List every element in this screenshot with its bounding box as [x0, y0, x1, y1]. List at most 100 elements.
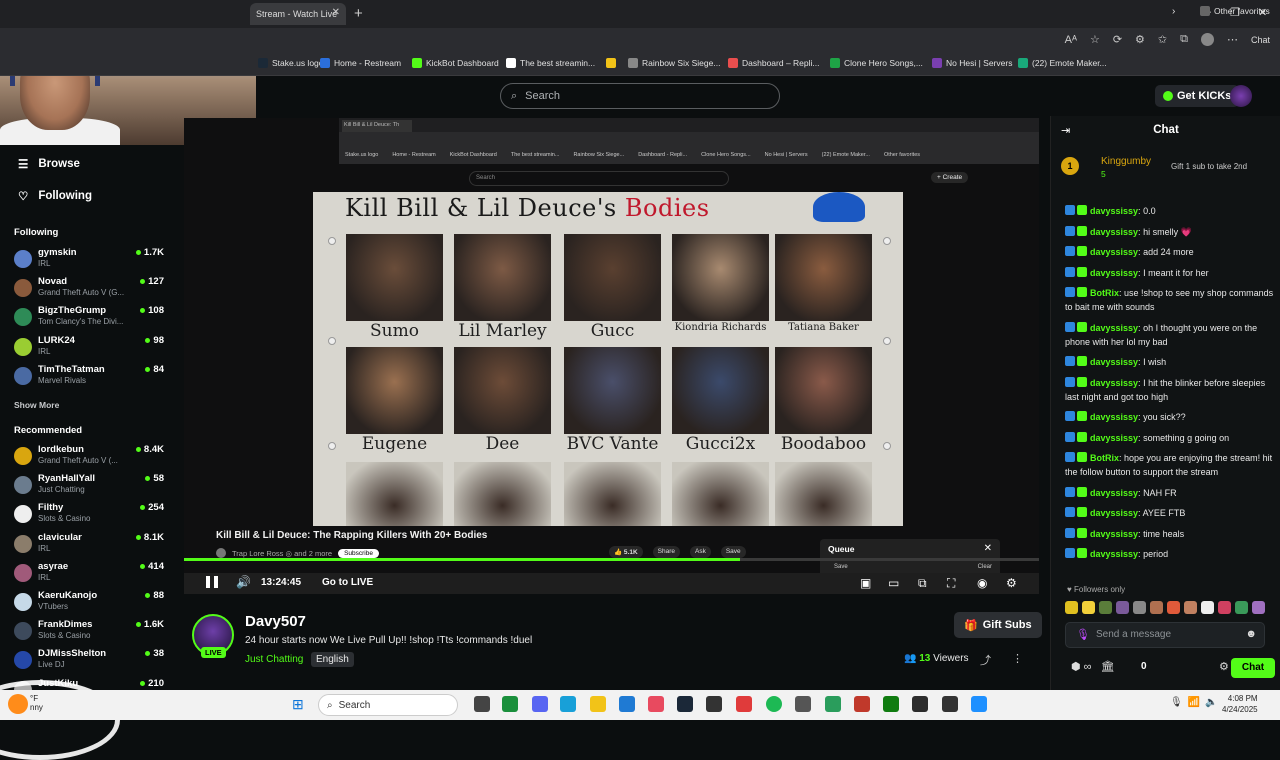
- obs-icon[interactable]: [706, 696, 722, 712]
- channel-row[interactable]: clavicular IRL 8.1K: [14, 532, 164, 558]
- collections-icon[interactable]: ⧉: [1180, 33, 1188, 46]
- chat-message[interactable]: davyssissy: add 24 more: [1065, 245, 1275, 259]
- get-kicks-button[interactable]: Get KICKs: [1155, 85, 1240, 107]
- chat-settings-icon[interactable]: ⚙: [1219, 660, 1229, 673]
- chat-message[interactable]: BotRix: use !shop to see my shop command…: [1065, 286, 1275, 314]
- task-view-icon[interactable]: [474, 696, 490, 712]
- bookmark-item[interactable]: (22) Emote Maker...: [1018, 58, 1107, 68]
- chat-username[interactable]: davyssissy: [1090, 357, 1138, 367]
- read-aloud-icon[interactable]: Aᴬ: [1065, 34, 1077, 46]
- channel-row[interactable]: Filthy Slots & Casino 254: [14, 502, 164, 528]
- video-player[interactable]: Kill Bill & Lil Deuce: Th Stake.us logo H…: [184, 118, 1039, 594]
- emote-icon[interactable]: [1167, 601, 1180, 614]
- bookmark-item[interactable]: Dashboard – Repli...: [728, 58, 820, 68]
- nav-browse[interactable]: ☰ Browse: [18, 157, 80, 171]
- chat-message[interactable]: davyssissy: hi smelly 💗: [1065, 225, 1275, 239]
- more-options-icon[interactable]: ⋮: [1012, 652, 1023, 665]
- emote-icon[interactable]: [1099, 601, 1112, 614]
- pip-icon[interactable]: ⧉: [918, 576, 927, 591]
- show-more-button[interactable]: Show More: [14, 400, 59, 410]
- copilot-chat-button[interactable]: Chat: [1251, 35, 1270, 45]
- wifi-icon[interactable]: 📶: [1188, 697, 1200, 708]
- menu-dots-icon[interactable]: ⋯: [1227, 33, 1238, 46]
- gift-subs-button[interactable]: 🎁 Gift Subs: [954, 612, 1042, 638]
- emote-icon[interactable]: [1252, 601, 1265, 614]
- bookmark-item[interactable]: [606, 58, 620, 68]
- steam-icon[interactable]: [677, 696, 693, 712]
- chat-message-input[interactable]: 🎙 Send a message ☻: [1065, 622, 1265, 648]
- chat-username[interactable]: davyssissy: [1090, 206, 1138, 216]
- chat-message[interactable]: davyssissy: I meant it for her: [1065, 266, 1275, 280]
- channel-row[interactable]: KaeruKanojo VTubers 88: [14, 590, 164, 616]
- chat-message[interactable]: davyssissy: something g going on: [1065, 431, 1275, 445]
- emote-icon[interactable]: [1116, 601, 1129, 614]
- emote-icon[interactable]: [1133, 601, 1146, 614]
- bookmark-item[interactable]: No Hesi | Servers: [932, 58, 1012, 68]
- 4k-icon[interactable]: [795, 696, 811, 712]
- xbox-app-icon[interactable]: [883, 696, 899, 712]
- channel-row[interactable]: RyanHallYall Just Chatting 58: [14, 473, 164, 499]
- bookmarks-overflow-icon[interactable]: ›: [1172, 6, 1175, 17]
- chat-message[interactable]: davyssissy: I wish: [1065, 355, 1275, 369]
- mic-tray-icon[interactable]: 🎙: [1170, 697, 1183, 708]
- edge-icon[interactable]: [619, 696, 635, 712]
- video-progress-bar[interactable]: [184, 558, 1039, 561]
- b-app-icon[interactable]: [825, 696, 841, 712]
- discord-icon[interactable]: [532, 696, 548, 712]
- chat-username[interactable]: davyssissy: [1090, 412, 1138, 422]
- settings-gear-icon[interactable]: ⚙: [1006, 576, 1017, 590]
- file-explorer-icon[interactable]: [590, 696, 606, 712]
- window-app-icon[interactable]: [971, 696, 987, 712]
- emote-icon[interactable]: [1150, 601, 1163, 614]
- user-avatar[interactable]: [1230, 85, 1252, 107]
- weather-widget[interactable]: °F nny: [30, 694, 43, 712]
- emote-icon[interactable]: [1201, 601, 1214, 614]
- epic-icon[interactable]: [942, 696, 958, 712]
- volume-icon[interactable]: 🔊: [236, 575, 251, 589]
- chat-username[interactable]: davyssissy: [1090, 268, 1138, 278]
- chat-username[interactable]: BotRix: [1090, 288, 1119, 298]
- chat-username[interactable]: davyssissy: [1090, 488, 1138, 498]
- slash-app-icon[interactable]: [854, 696, 870, 712]
- spotify-icon[interactable]: [766, 696, 782, 712]
- emote-icon[interactable]: [1082, 601, 1095, 614]
- nav-following[interactable]: ♡ Following: [18, 189, 92, 203]
- fullscreen-icon[interactable]: ⛶: [947, 576, 955, 591]
- channel-row[interactable]: LURK24 IRL 98: [14, 335, 164, 361]
- favorites-icon[interactable]: ✩: [1158, 33, 1167, 46]
- emote-bar[interactable]: [1065, 601, 1275, 617]
- bookmark-item[interactable]: Rainbow Six Siege...: [628, 58, 720, 68]
- clip-icon[interactable]: ▣: [860, 576, 871, 590]
- chat-message[interactable]: BotRix: hope you are enjoying the stream…: [1065, 451, 1275, 479]
- copilot-icon[interactable]: [560, 696, 576, 712]
- bookmark-item[interactable]: Clone Hero Songs,...: [830, 58, 923, 68]
- emote-icon[interactable]: [1218, 601, 1231, 614]
- taskbar-search[interactable]: ⌕ Search: [318, 694, 458, 716]
- extensions-icon[interactable]: ⟳: [1113, 33, 1122, 46]
- volume-tray-icon[interactable]: 🔈: [1205, 697, 1217, 708]
- profile-icon[interactable]: [1200, 33, 1214, 46]
- share-icon[interactable]: ⤴: [980, 652, 991, 668]
- game-app-icon[interactable]: [912, 696, 928, 712]
- browser-tab[interactable]: Stream - Watch Live ✕: [250, 3, 346, 25]
- new-tab-icon[interactable]: +: [354, 5, 363, 22]
- address-bar[interactable]: Aᴬ ☆ ⟳ ⚙ ✩ ⧉ ⋯ Chat: [0, 28, 1280, 52]
- chat-message[interactable]: davyssissy: I hit the blinker before sle…: [1065, 376, 1275, 404]
- puzzle-icon[interactable]: ⚙: [1135, 33, 1145, 46]
- cast-icon[interactable]: ◉: [977, 576, 987, 590]
- xbox-icon[interactable]: [502, 696, 518, 712]
- bookmark-item[interactable]: The best streamin...: [506, 58, 595, 68]
- favorite-star-icon[interactable]: ☆: [1090, 33, 1100, 46]
- channel-row[interactable]: Novad Grand Theft Auto V (G... 127: [14, 276, 164, 302]
- chat-message[interactable]: davyssissy: AYEE FTB: [1065, 506, 1275, 520]
- points-icon[interactable]: ⬢ ∞ 🏛: [1071, 660, 1115, 673]
- bookmark-item[interactable]: Stake.us logo: [258, 58, 324, 68]
- weather-icon[interactable]: [8, 694, 28, 714]
- emoji-icon[interactable]: ☻: [1245, 628, 1257, 640]
- chat-username[interactable]: davyssissy: [1090, 529, 1138, 539]
- app-icon[interactable]: [736, 696, 752, 712]
- stream-category[interactable]: Just Chatting: [245, 654, 303, 665]
- chat-username[interactable]: davyssissy: [1090, 323, 1138, 333]
- chat-username[interactable]: BotRix: [1090, 453, 1119, 463]
- chat-username[interactable]: davyssissy: [1090, 378, 1138, 388]
